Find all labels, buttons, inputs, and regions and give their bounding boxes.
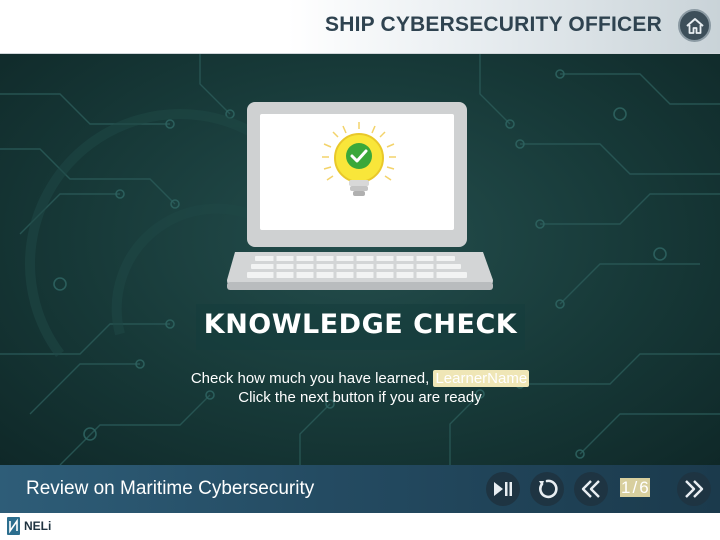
content-area: KNOWLEDGE CHECK Check how much you have … <box>0 54 720 465</box>
neli-logo-text: NELi <box>24 519 52 533</box>
instruction-message: Click the next button if you are ready <box>238 389 482 406</box>
next-button[interactable] <box>677 472 711 506</box>
slide-counter: 1/6 <box>620 478 650 498</box>
next-icon <box>685 480 704 498</box>
header-bar: SHIP CYBERSECURITY OFFICER <box>0 0 720 54</box>
previous-icon <box>581 480 600 498</box>
intro-message: Check how much you have learned, Learner… <box>0 370 720 387</box>
course-title: Review on Maritime Cybersecurity <box>26 478 315 499</box>
play-pause-icon <box>494 482 512 496</box>
neli-logo: NELi <box>6 516 51 536</box>
home-icon <box>685 17 704 34</box>
intro-message-prefix: Check how much you have learned, <box>190 370 434 387</box>
home-button[interactable] <box>678 9 711 42</box>
previous-button[interactable] <box>574 472 608 506</box>
laptop-illustration <box>227 102 493 290</box>
player-control-bar: Review on Maritime Cybersecurity 1/6 <box>0 465 720 513</box>
neli-logo-icon <box>7 517 20 535</box>
slide-counter-current: 1 <box>620 478 632 497</box>
learner-name-field: LearnerName <box>433 370 530 387</box>
replay-button[interactable] <box>530 472 564 506</box>
checkmark-icon <box>346 143 372 169</box>
brand-strip: NELi <box>0 513 720 540</box>
knowledge-check-title: KNOWLEDGE CHECK <box>203 309 518 340</box>
replay-icon <box>539 479 558 499</box>
header-title: SHIP CYBERSECURITY OFFICER <box>325 13 662 36</box>
slide-counter-total: 6 <box>638 478 650 497</box>
play-pause-button[interactable] <box>486 472 520 506</box>
